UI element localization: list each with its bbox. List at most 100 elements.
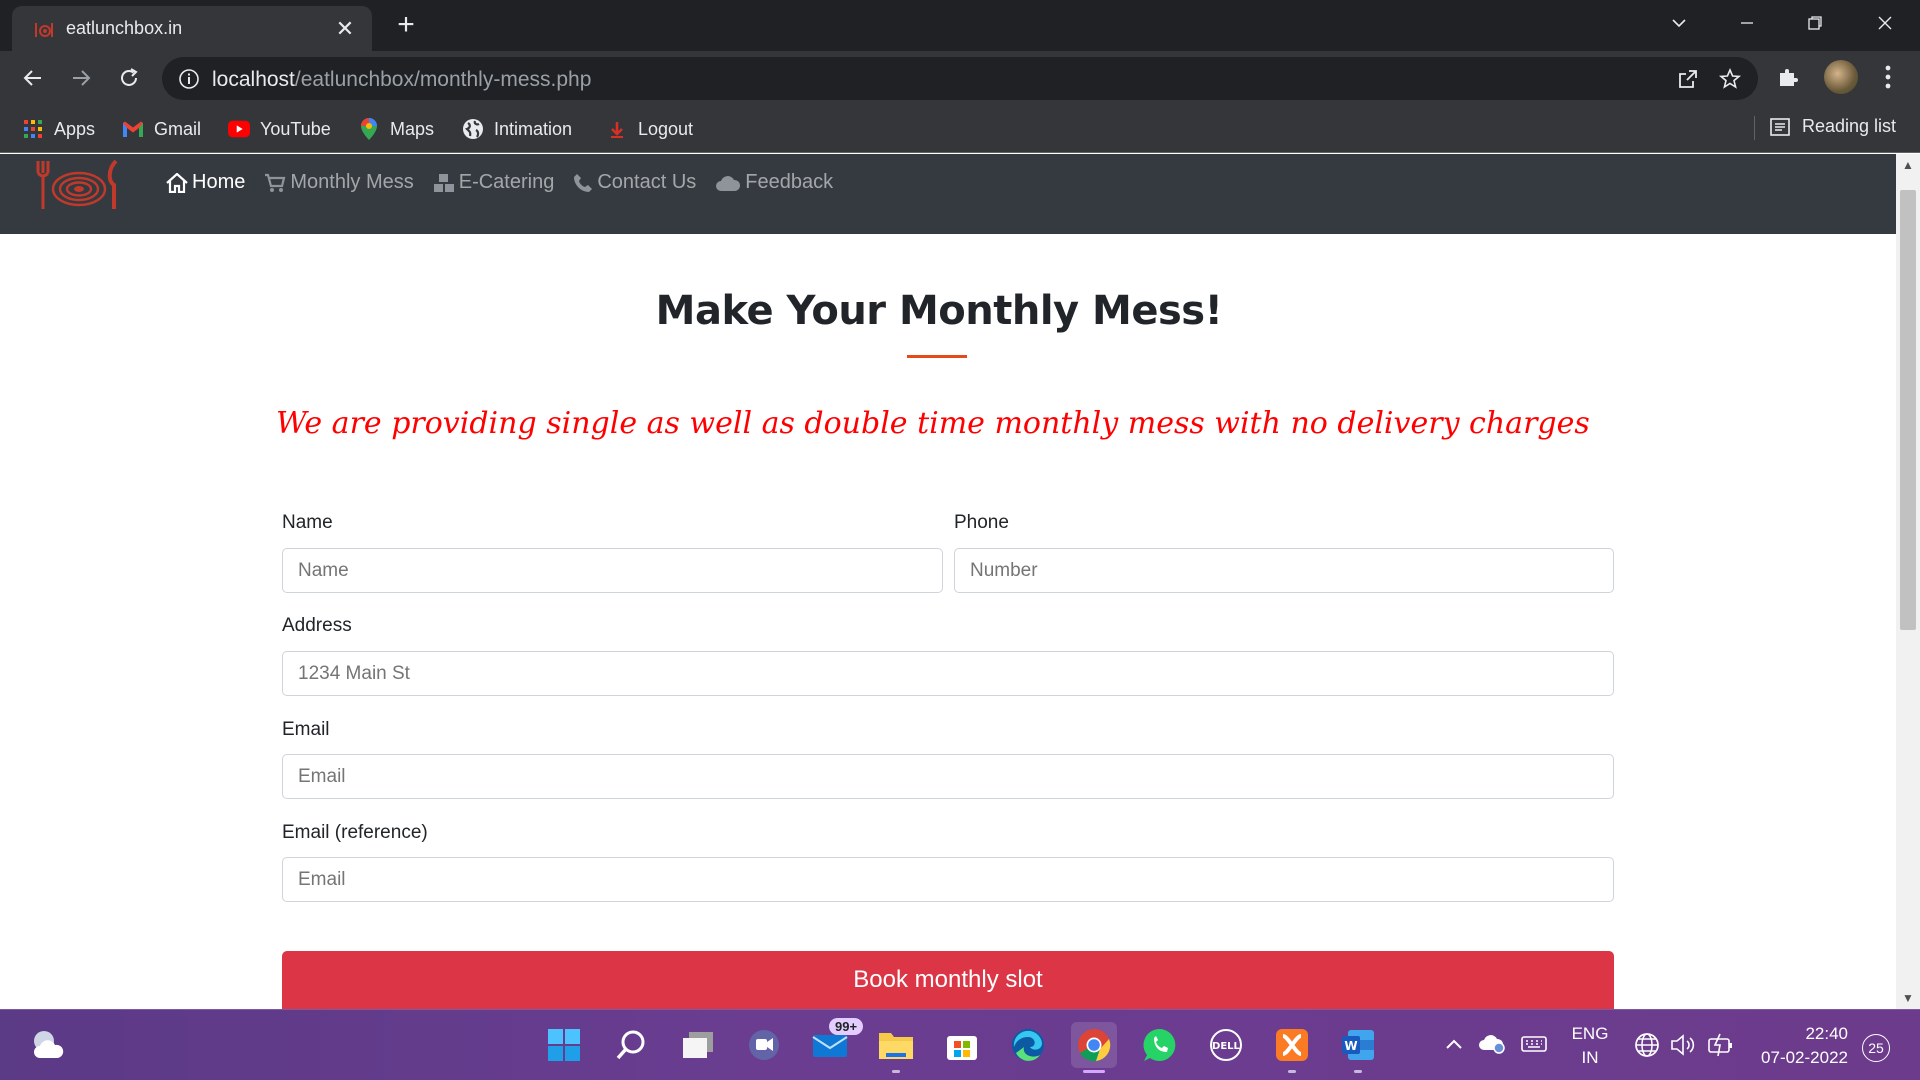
taskbar-xampp[interactable] bbox=[1269, 1022, 1315, 1073]
site-info-icon[interactable] bbox=[178, 68, 200, 90]
edge-icon bbox=[1012, 1029, 1044, 1061]
address-input[interactable] bbox=[282, 651, 1614, 696]
scroll-down-arrow-icon[interactable]: ▼ bbox=[1896, 987, 1920, 1009]
bookmark-label: Gmail bbox=[154, 118, 202, 139]
taskbar-store[interactable] bbox=[939, 1022, 985, 1068]
volume-icon[interactable] bbox=[1670, 1032, 1698, 1058]
address-bar[interactable]: localhost/eatlunchbox/monthly-mess.php bbox=[162, 57, 1758, 100]
taskbar-dell[interactable]: DELL bbox=[1203, 1022, 1249, 1068]
bookmarks-bar: Apps Gmail YouTube Maps Intimation Logou bbox=[0, 104, 1920, 153]
xampp-icon bbox=[1276, 1029, 1308, 1061]
bookmark-label: Apps bbox=[54, 118, 96, 139]
system-clock[interactable]: 22:40 07-02-2022 bbox=[1748, 1022, 1848, 1070]
bookmark-intimation[interactable]: Intimation bbox=[462, 116, 572, 142]
profile-avatar[interactable] bbox=[1824, 60, 1858, 94]
name-label: Name bbox=[282, 512, 333, 533]
running-indicator bbox=[892, 1070, 900, 1073]
page-viewport: Home Monthly Mess E-Catering Contact Us bbox=[0, 154, 1896, 1009]
apps-grid-icon bbox=[22, 118, 44, 140]
url-path: /eatlunchbox/monthly-mess.php bbox=[294, 68, 592, 91]
browser-tab[interactable]: eatlunchbox.in ✕ bbox=[12, 6, 372, 51]
share-icon[interactable] bbox=[1676, 67, 1700, 91]
nav-monthly-mess-label: Monthly Mess bbox=[290, 171, 414, 193]
nav-e-catering[interactable]: E-Catering bbox=[433, 171, 555, 194]
bookmark-youtube[interactable]: YouTube bbox=[228, 116, 331, 142]
folder-icon bbox=[879, 1033, 913, 1059]
scrollbar-thumb[interactable] bbox=[1900, 190, 1916, 630]
tab-title: eatlunchbox.in bbox=[66, 18, 183, 38]
network-globe-icon[interactable] bbox=[1634, 1032, 1660, 1058]
notification-count-badge[interactable]: 25 bbox=[1862, 1034, 1890, 1062]
extensions-puzzle-icon[interactable] bbox=[1776, 65, 1800, 89]
name-input[interactable] bbox=[282, 548, 943, 593]
bookmark-label: Intimation bbox=[494, 118, 573, 139]
announcement-marquee: We are providing single as well as doubl… bbox=[276, 406, 1596, 456]
battery-charging-icon[interactable] bbox=[1706, 1032, 1734, 1058]
taskbar-whatsapp[interactable] bbox=[1137, 1022, 1183, 1068]
tab-close-icon[interactable]: ✕ bbox=[332, 16, 358, 42]
taskbar-chrome[interactable] bbox=[1071, 1022, 1117, 1073]
tab-search-chevron-icon[interactable] bbox=[1656, 6, 1702, 40]
phone-input[interactable] bbox=[954, 548, 1614, 593]
taskbar-teams-chat[interactable] bbox=[741, 1022, 787, 1068]
language-code: ENG bbox=[1571, 1024, 1609, 1043]
back-icon[interactable] bbox=[16, 61, 50, 95]
bookmark-apps[interactable]: Apps bbox=[22, 116, 95, 142]
reload-icon[interactable] bbox=[112, 61, 146, 95]
taskbar-task-view[interactable] bbox=[675, 1022, 721, 1068]
url-host: localhost bbox=[212, 68, 295, 91]
reading-list-button[interactable]: Reading list bbox=[1754, 116, 1897, 140]
weather-cloud-moon-icon[interactable] bbox=[30, 1028, 68, 1062]
bookmarks-divider bbox=[1754, 116, 1755, 140]
taskbar-start[interactable] bbox=[541, 1022, 587, 1068]
close-window-icon[interactable] bbox=[1862, 6, 1908, 40]
forward-icon[interactable] bbox=[64, 61, 98, 95]
nav-contact-us-label: Contact Us bbox=[597, 171, 697, 193]
chrome-icon bbox=[1078, 1028, 1111, 1062]
nav-home[interactable]: Home bbox=[166, 171, 245, 194]
windows-taskbar: 99+ DELL W ENG IN 22:40 07-02-2022 25 bbox=[0, 1009, 1920, 1080]
nav-e-catering-label: E-Catering bbox=[458, 171, 555, 193]
page-scrollbar[interactable]: ▲ ▼ bbox=[1896, 154, 1920, 1009]
book-monthly-slot-button[interactable]: Book monthly slot bbox=[282, 951, 1614, 1009]
email-reference-input[interactable] bbox=[282, 857, 1614, 902]
email-reference-label: Email (reference) bbox=[282, 822, 428, 843]
new-tab-button[interactable]: + bbox=[390, 10, 422, 42]
gmail-icon bbox=[122, 118, 144, 140]
language-region: IN bbox=[1581, 1048, 1599, 1067]
email-input[interactable] bbox=[282, 754, 1614, 799]
input-language[interactable]: ENG IN bbox=[1568, 1022, 1612, 1070]
cubes-icon bbox=[433, 173, 455, 193]
taskbar-word[interactable]: W bbox=[1335, 1022, 1381, 1073]
teams-chat-icon bbox=[749, 1030, 779, 1060]
mail-unread-badge: 99+ bbox=[829, 1018, 864, 1035]
bookmark-label: YouTube bbox=[260, 118, 331, 139]
globe-icon bbox=[462, 118, 484, 140]
bookmark-logout[interactable]: Logout bbox=[606, 116, 693, 142]
logout-arrow-icon bbox=[606, 118, 628, 140]
scroll-up-arrow-icon[interactable]: ▲ bbox=[1896, 154, 1920, 176]
minimize-icon[interactable] bbox=[1724, 6, 1770, 40]
touch-keyboard-icon[interactable] bbox=[1520, 1034, 1548, 1054]
site-favicon-icon bbox=[35, 23, 53, 37]
chrome-menu-icon[interactable] bbox=[1876, 63, 1900, 91]
eatlunchbox-logo[interactable] bbox=[34, 159, 124, 211]
taskbar-file-explorer[interactable] bbox=[873, 1022, 919, 1073]
bookmark-star-icon[interactable] bbox=[1718, 67, 1742, 91]
home-icon bbox=[166, 172, 188, 193]
bookmark-gmail[interactable]: Gmail bbox=[122, 116, 201, 142]
nav-contact-us[interactable]: Contact Us bbox=[573, 171, 696, 194]
url-text: localhost/eatlunchbox/monthly-mess.php bbox=[212, 68, 591, 92]
bookmark-maps[interactable]: Maps bbox=[358, 116, 434, 142]
nav-monthly-mess[interactable]: Monthly Mess bbox=[264, 171, 414, 194]
taskbar-mail[interactable]: 99+ bbox=[807, 1018, 864, 1068]
taskbar-search[interactable] bbox=[608, 1022, 654, 1068]
reading-list-label: Reading list bbox=[1802, 116, 1897, 136]
show-hidden-icons-chevron-icon[interactable] bbox=[1444, 1036, 1464, 1052]
restore-icon[interactable] bbox=[1792, 6, 1838, 40]
taskbar-edge[interactable] bbox=[1005, 1022, 1051, 1068]
phone-icon bbox=[573, 173, 593, 193]
address-label: Address bbox=[282, 615, 352, 636]
nav-feedback[interactable]: Feedback bbox=[715, 171, 833, 194]
onedrive-icon[interactable] bbox=[1478, 1032, 1506, 1054]
